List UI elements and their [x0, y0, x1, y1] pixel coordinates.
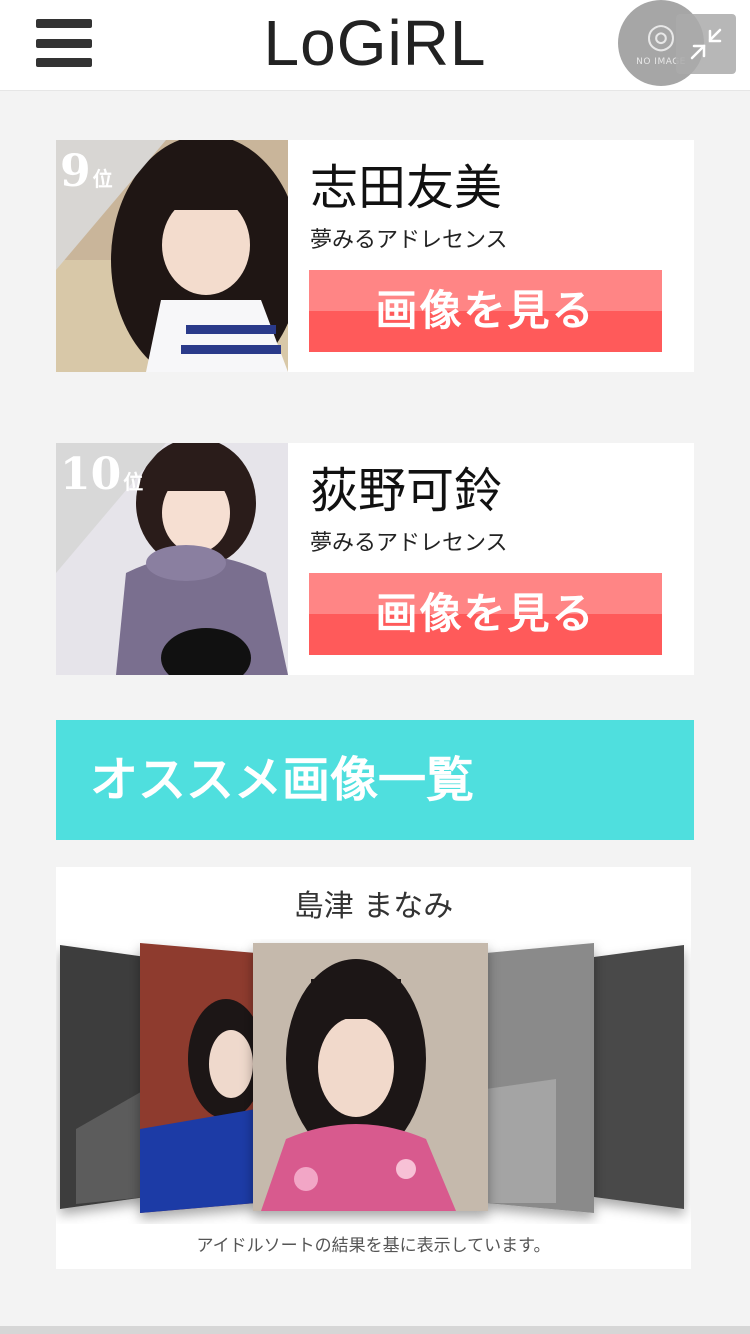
top-header: LoGiRL ◎ NO IMAGE	[0, 0, 750, 91]
idol-name: 荻野可鈴	[310, 463, 503, 519]
recommended-images-title: オススメ画像一覧	[90, 752, 475, 808]
idol-group: 夢みるアドレセンス	[310, 531, 508, 556]
featured-idol-name: 島津 まなみ	[293, 889, 454, 924]
carousel-image	[60, 945, 146, 1209]
camera-lens-icon: ◎	[646, 16, 676, 56]
recommended-gallery: 島津 まなみ アイドルソートの結果を基に表示しています。	[56, 867, 691, 1269]
expand-arrows-icon[interactable]	[676, 14, 736, 74]
rank-badge: 9位	[60, 146, 113, 197]
carousel-image	[486, 943, 594, 1213]
idol-photo[interactable]: 9位	[56, 140, 288, 372]
carousel-image	[140, 943, 264, 1213]
idol-photo[interactable]: 10 位	[56, 443, 288, 675]
view-images-button[interactable]: 画像を見る	[309, 573, 662, 655]
coverflow-carousel[interactable]	[56, 939, 691, 1224]
view-images-button[interactable]: 画像を見る	[309, 270, 662, 352]
ranking-card[interactable]: 10 位 荻野可鈴 夢みるアドレセンス 画像を見る	[56, 443, 694, 675]
recommended-images-banner[interactable]: オススメ画像一覧	[56, 720, 694, 840]
carousel-image-active	[253, 943, 488, 1211]
carousel-image	[594, 945, 684, 1209]
rank-badge: 10 位	[60, 449, 144, 500]
idol-group: 夢みるアドレセンス	[310, 228, 508, 253]
bottom-divider	[0, 1326, 750, 1334]
idol-name: 志田友美	[310, 160, 503, 216]
gallery-caption: アイドルソートの結果を基に表示しています。	[196, 1236, 551, 1256]
ranking-card[interactable]: 9位 志田友美 夢みるアドレセンス 画像を見る	[56, 140, 694, 372]
